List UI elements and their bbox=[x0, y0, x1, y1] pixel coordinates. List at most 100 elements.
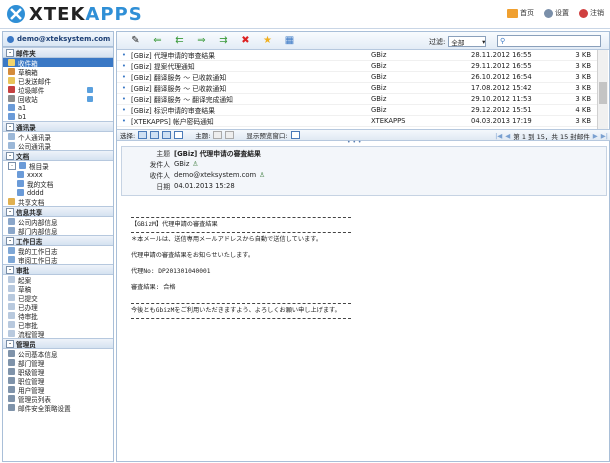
user-icon bbox=[7, 35, 14, 43]
theme-label: 主题: bbox=[195, 132, 211, 140]
unread-dot-icon: • bbox=[121, 95, 127, 103]
approval-icon bbox=[8, 312, 15, 319]
contacts-icon bbox=[8, 133, 15, 140]
list-pager: 选择: 主题: 显示预览窗口: |◀ ◀ 第 1 到 15，共 15 封邮件 ▶… bbox=[117, 129, 610, 141]
reply-button[interactable]: ⇐ bbox=[151, 35, 164, 46]
section-mailbox[interactable]: - 邮件夹 bbox=[3, 47, 113, 58]
next-page-icon[interactable]: ▶ bbox=[593, 132, 598, 140]
search-input[interactable]: ⚲ bbox=[497, 35, 601, 47]
first-page-icon[interactable]: |◀ bbox=[495, 132, 502, 140]
chevron-down-icon: ▾ bbox=[482, 37, 486, 46]
add-contact-icon[interactable]: ♙ bbox=[192, 160, 198, 168]
approval-icon bbox=[8, 276, 15, 283]
select-unread-button[interactable] bbox=[162, 131, 172, 139]
view-button[interactable]: ▦ bbox=[283, 35, 296, 46]
info-icon bbox=[8, 227, 15, 234]
forward-button[interactable]: ⇒ bbox=[195, 35, 208, 46]
sidebar-item-mail-security[interactable]: 邮件安全策略设置 bbox=[3, 403, 113, 413]
folder-icon bbox=[19, 162, 26, 169]
settings-icon bbox=[544, 8, 553, 18]
message-row[interactable]: • [XTEKAPPS] 帐户密码通知 XTEKAPPS 04.03.2013 17:… bbox=[117, 116, 597, 127]
drafts-icon bbox=[8, 68, 15, 75]
select-read-button[interactable] bbox=[150, 131, 160, 139]
section-worklog[interactable]: - 工作日志 bbox=[3, 235, 113, 246]
preview-header: 主题 [GBiz] 代理申请の審査結果 发件人 GBiz ♙ 收件人 demo@xtek… bbox=[121, 146, 607, 196]
empty-spam-icon[interactable] bbox=[87, 86, 93, 93]
sidebar-item-workflow[interactable]: 流程管理 bbox=[3, 329, 113, 339]
theme-button[interactable] bbox=[225, 131, 235, 139]
section-approval[interactable]: - 审批 bbox=[3, 264, 113, 275]
divider bbox=[131, 318, 351, 319]
theme-button[interactable] bbox=[213, 131, 223, 139]
filter-select[interactable]: 全部 ▾ bbox=[448, 36, 487, 47]
folder-icon bbox=[17, 171, 24, 178]
admin-icon bbox=[8, 395, 15, 402]
section-info-share[interactable]: - 信息共享 bbox=[3, 206, 113, 217]
approval-icon bbox=[8, 303, 15, 310]
inbox-icon bbox=[8, 59, 15, 66]
sidebar-item-trash[interactable]: 回收站 bbox=[3, 94, 113, 104]
sidebar-item-xxxx[interactable]: xxxx bbox=[3, 170, 113, 179]
collapse-icon: - bbox=[6, 122, 14, 131]
scrollbar-thumb[interactable] bbox=[599, 82, 607, 104]
unread-dot-icon: • bbox=[121, 51, 127, 59]
body-line: 【GBizM】代理申請の審査結果 bbox=[131, 221, 218, 228]
logo[interactable]: XTEKAPPS bbox=[6, 4, 143, 25]
message-row[interactable]: • [GBiz] 翻译服务 ～ 已收款通知 GBiz 17.08.2012 15:42… bbox=[117, 83, 597, 94]
message-list-scrollbar[interactable] bbox=[597, 50, 608, 129]
message-row[interactable]: • [GBiz] 提案代理通知 GBiz 29.11.2012 16:55 3 KB bbox=[117, 61, 597, 72]
star-button[interactable]: ★ bbox=[261, 35, 274, 46]
folder-icon bbox=[8, 113, 15, 120]
sidebar-item-b1[interactable]: b1 bbox=[3, 112, 113, 121]
body-line: 代理No: DP201301040001 bbox=[131, 268, 211, 275]
approval-icon bbox=[8, 294, 15, 301]
preview-toggle[interactable] bbox=[290, 131, 300, 139]
logout-link[interactable]: 注销 bbox=[579, 8, 604, 18]
empty-trash-icon[interactable] bbox=[87, 95, 93, 102]
sidebar-item-my-docs[interactable]: 我的文档 bbox=[3, 179, 113, 189]
collapse-icon: - bbox=[6, 265, 14, 274]
settings-link[interactable]: 设置 bbox=[544, 8, 569, 18]
account-header[interactable]: demo@xteksystem.com bbox=[3, 32, 113, 47]
security-icon bbox=[8, 404, 15, 411]
section-documents[interactable]: - 文档 bbox=[3, 150, 113, 161]
message-row[interactable]: • [GBiz] 代理申请的审查结果 GBiz 28.11.2012 16:55 3 K… bbox=[117, 50, 597, 61]
sidebar-item-dept-info[interactable]: 部门内部信息 bbox=[3, 226, 113, 236]
sidebar-item-root[interactable]: - 根目录 bbox=[3, 161, 113, 171]
select-none-button[interactable] bbox=[174, 131, 184, 139]
body-line: 審査結果: 合格 bbox=[131, 284, 176, 291]
splitter-handle[interactable]: • • • bbox=[347, 139, 361, 146]
delete-button[interactable]: ✖ bbox=[239, 35, 252, 46]
folder-icon bbox=[8, 104, 15, 111]
unread-dot-icon: • bbox=[121, 117, 127, 125]
section-contacts[interactable]: - 通讯录 bbox=[3, 121, 113, 132]
message-row[interactable]: • [GBiz] 翻译服务 ～ 已收款通知 GBiz 26.10.2012 16:54… bbox=[117, 72, 597, 83]
home-link[interactable]: 首页 bbox=[507, 8, 534, 18]
filter: 过滤: 全部 ▾ bbox=[429, 36, 487, 47]
tree-toggle-icon[interactable]: - bbox=[8, 161, 16, 170]
sidebar-item-a1[interactable]: a1 bbox=[3, 103, 113, 112]
body-line: 今後ともGbizMをご利用いただきますよう、よろしくお願い申し上げます。 bbox=[131, 307, 341, 314]
move-button[interactable]: ⇉ bbox=[217, 35, 230, 46]
select-all-button[interactable] bbox=[138, 131, 148, 139]
compose-button[interactable]: ✎ bbox=[129, 35, 142, 46]
sidebar-item-review-worklog[interactable]: 审阅工作日志 bbox=[3, 255, 113, 265]
approval-icon bbox=[8, 321, 15, 328]
sidebar: demo@xteksystem.com - 邮件夹 收件箱 草稿箱 已发送邮件 垃… bbox=[2, 31, 114, 462]
message-row[interactable]: • [GBiz] 标识申请的审查结果 GBiz 29.12.2012 15:51 4 K… bbox=[117, 105, 597, 116]
worklog-icon bbox=[8, 256, 15, 263]
message-row[interactable]: • [GBiz] 翻译服务 ～ 翻译完成通知 GBiz 29.10.2012 11:5… bbox=[117, 94, 597, 105]
worklog-icon bbox=[8, 247, 15, 254]
to-label: 收件人 bbox=[149, 171, 170, 180]
add-contact-icon[interactable]: ♙ bbox=[259, 171, 265, 179]
last-page-icon[interactable]: ▶| bbox=[601, 132, 608, 140]
sidebar-item-shared-docs[interactable]: 共享文档 bbox=[3, 197, 113, 207]
collapse-icon: - bbox=[6, 236, 14, 245]
collapse-icon: - bbox=[6, 339, 14, 348]
folder-icon bbox=[17, 189, 24, 196]
section-admin[interactable]: - 管理员 bbox=[3, 338, 113, 349]
sidebar-item-company-contacts[interactable]: 公司通讯录 bbox=[3, 141, 113, 151]
approval-icon bbox=[8, 285, 15, 292]
reply-all-button[interactable]: ⇇ bbox=[173, 35, 186, 46]
prev-page-icon[interactable]: ◀ bbox=[505, 132, 510, 140]
